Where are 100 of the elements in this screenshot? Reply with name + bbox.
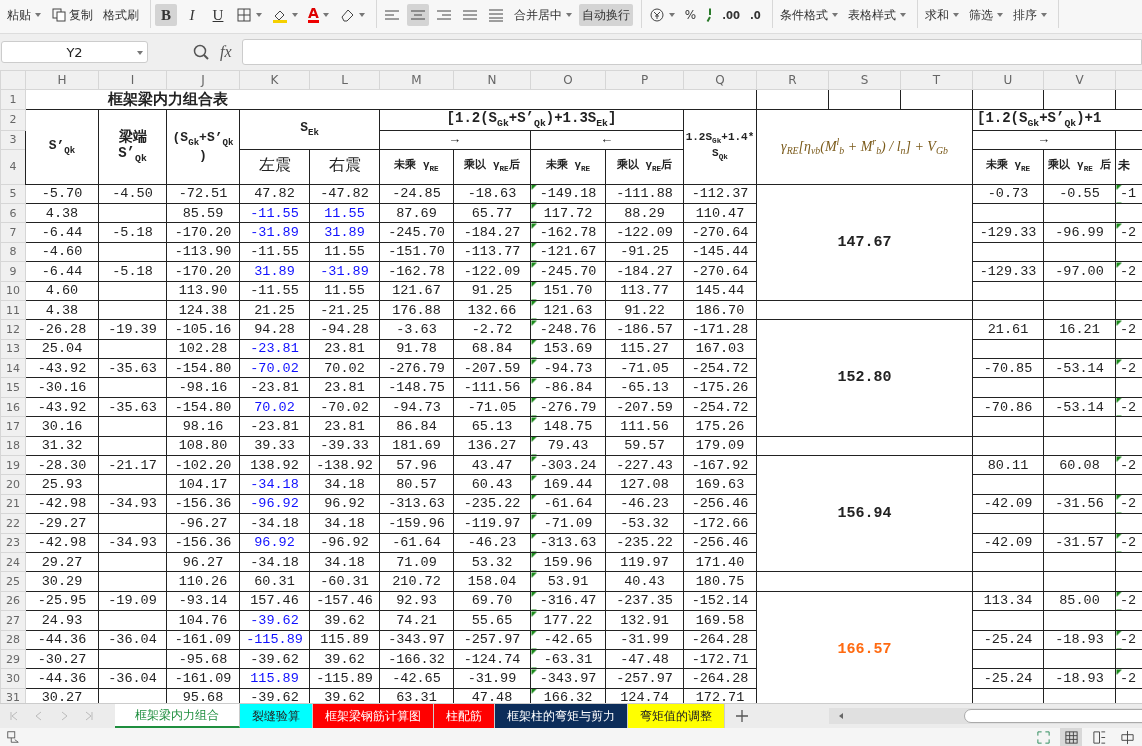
sheet-tab[interactable]: 框架梁内力组合 (115, 704, 240, 728)
column-header[interactable]: O (530, 70, 606, 90)
table-cell: 124.38 (166, 300, 240, 320)
column-header[interactable]: H (25, 70, 99, 90)
scroll-left-icon[interactable] (837, 712, 845, 720)
ribbon-button[interactable]: 粘贴 (4, 4, 44, 26)
table-cell: 43.47 (453, 455, 531, 475)
ribbon-button[interactable]: 格式刷 (100, 4, 142, 26)
caret-icon (322, 13, 329, 17)
table-cell: 176.88 (379, 300, 454, 320)
ribbon-button[interactable]: 排序 (1009, 4, 1050, 26)
table-cell: -43.92 (25, 358, 99, 378)
table-cell: 159.96 (530, 552, 606, 572)
sheet-tab[interactable]: 裂缝验算 (240, 704, 313, 728)
table-cell: -0.73 (972, 184, 1044, 204)
scroll-thumb[interactable] (964, 709, 1142, 723)
table-cell: 59.57 (605, 436, 684, 456)
column-header[interactable]: V (1043, 70, 1116, 90)
table-cell: 132.91 (605, 610, 684, 631)
borders-icon (236, 7, 252, 23)
column-header[interactable]: R (756, 70, 829, 90)
table-cell: -31.99 (605, 630, 684, 650)
table-cell: 210.72 (379, 571, 454, 592)
column-header[interactable]: I (98, 70, 167, 90)
table-cell: -24.85 (379, 184, 454, 204)
table-cell: 108.80 (166, 436, 240, 456)
table-cell: -96.27 (166, 513, 240, 534)
decimal-increase-button[interactable]: .00 (719, 4, 743, 26)
bold-button[interactable]: B (155, 4, 177, 26)
table-cell: -34.18 (239, 474, 310, 495)
sheet-tab[interactable]: 框架梁钢筋计算图 (313, 704, 434, 728)
underline-button[interactable]: U (207, 4, 229, 26)
font-color-button[interactable]: A (305, 4, 332, 26)
function-button[interactable]: fx (220, 43, 232, 61)
row-header[interactable]: 1 (0, 89, 26, 110)
zoom-icon[interactable] (192, 43, 210, 61)
column-header[interactable]: M (379, 70, 454, 90)
normal-view-button[interactable] (1060, 728, 1082, 746)
sheet-tab[interactable]: 框架柱的弯矩与剪力 (495, 704, 628, 728)
decimal-decrease-button[interactable]: .0 (746, 4, 764, 26)
table-cell: 169.44 (530, 474, 606, 495)
table-cell: 25.04 (25, 339, 99, 359)
header-cell: 未乘 γ$_{RE}$ (379, 149, 454, 185)
row-header[interactable]: 2 (0, 109, 26, 131)
table-cell: -3.63 (379, 319, 454, 340)
wrap-text-button[interactable]: 自动换行 (578, 4, 633, 26)
ribbon-button[interactable]: 筛选 (965, 4, 1006, 26)
ribbon-button[interactable]: 合并居中 (510, 4, 575, 26)
ribbon-button[interactable]: 条件格式 (776, 4, 841, 26)
column-header[interactable]: U (972, 70, 1044, 90)
horizontal-scrollbar[interactable] (829, 708, 1142, 724)
table-cell: -53.32 (605, 513, 684, 534)
sheet-tab[interactable]: 柱配筋 (434, 704, 495, 728)
table-cell: 91.22 (605, 300, 684, 320)
column-header[interactable]: T (900, 70, 973, 90)
table-cell: -96.99 (1043, 222, 1116, 243)
table-cell: -313.63 (379, 494, 454, 514)
table-cell: 102.28 (166, 339, 240, 359)
table-cell: -2 (1115, 222, 1142, 243)
table-cell: 96.27 (166, 552, 240, 572)
table-cell: -343.97 (379, 630, 454, 650)
table-cell: 65.13 (453, 416, 531, 437)
table-cell: -115.89 (309, 668, 380, 689)
table-cell: 148.75 (530, 416, 606, 437)
header-cell: 乘以 γ$_{RE}$ 后 (1043, 149, 1116, 185)
table-cell: -60.31 (309, 571, 380, 592)
table-cell: -31.99 (453, 668, 531, 689)
table-cell: -43.92 (25, 397, 99, 417)
italic-button[interactable]: I (181, 4, 203, 26)
ribbon-button[interactable]: 表格样式 (844, 4, 909, 26)
table-cell: -2 (1115, 668, 1142, 689)
table-cell: 115.89 (309, 630, 380, 650)
table-cell: -23.81 (239, 416, 310, 437)
copy-button[interactable]: 复制 (48, 4, 96, 26)
row-header[interactable]: 4 (0, 149, 26, 185)
table-cell: -156.36 (166, 533, 240, 553)
caret-icon (565, 13, 572, 17)
table-cell: -162.78 (530, 222, 606, 243)
table-cell: 115.27 (605, 339, 684, 359)
ribbon-button[interactable]: 求和 (921, 4, 962, 26)
formula-input[interactable] (241, 39, 1142, 65)
column-header[interactable]: P (605, 70, 684, 90)
add-sheet-icon[interactable] (735, 709, 749, 723)
column-header[interactable]: L (309, 70, 380, 90)
column-header[interactable]: N (453, 70, 531, 90)
formula-cell: γ$_{RE}$[η$_{vb}$(M$^{l}$$_{b}$ + M$^{r}$$_{b}$) / l$_{n}$] + V$_{Gb}$ (756, 109, 973, 185)
table-cell: 181.69 (379, 436, 454, 456)
sheet-tab[interactable]: 弯矩值的调整 (628, 704, 725, 728)
table-cell: 29.27 (25, 552, 99, 572)
table-cell: -184.27 (453, 222, 531, 243)
column-header[interactable]: Q (683, 70, 757, 90)
name-box[interactable]: Y2 (1, 41, 148, 63)
table-cell: -70.02 (309, 397, 380, 417)
ribbon-button[interactable]: % (681, 4, 700, 26)
caret-icon (292, 13, 298, 17)
column-header[interactable]: J (166, 70, 240, 90)
macro-icon[interactable] (6, 730, 20, 744)
align-center-button[interactable] (406, 4, 429, 26)
column-header[interactable]: K (239, 70, 310, 90)
column-header[interactable]: S (828, 70, 901, 90)
